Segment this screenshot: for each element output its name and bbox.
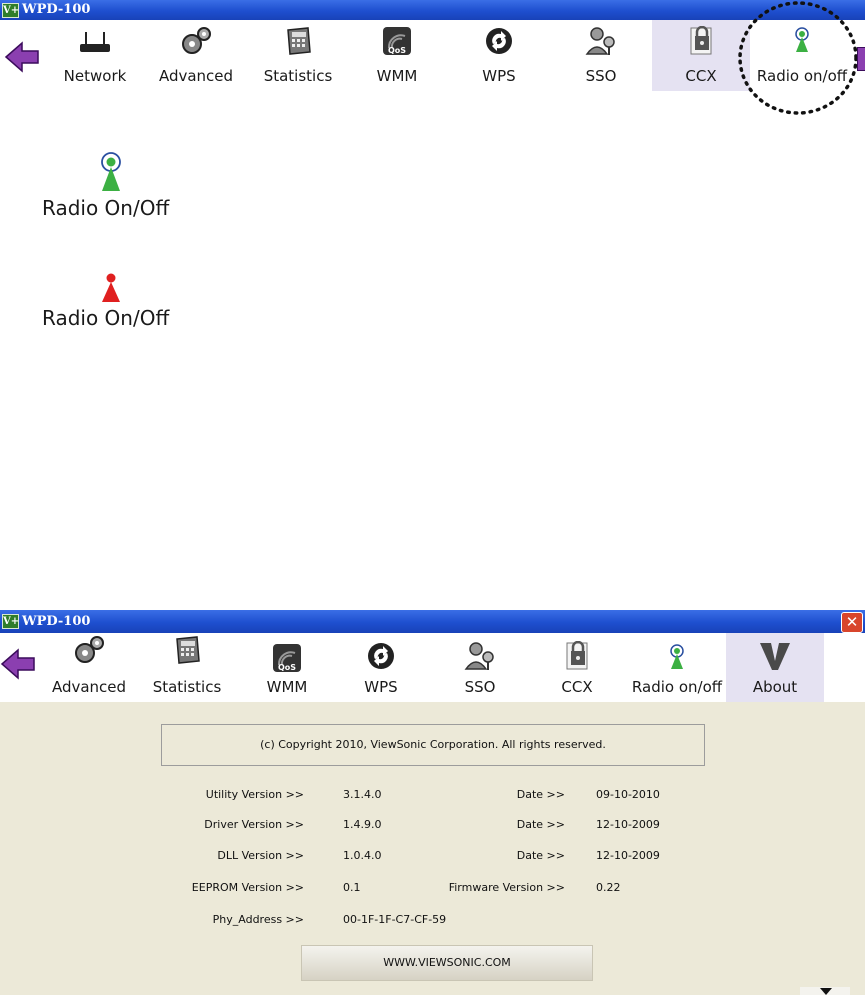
qos-icon: QoS <box>273 644 301 672</box>
utility-version-value: 3.1.4.0 <box>343 788 382 801</box>
title-bar-bottom: V+ WPD-100 ✕ <box>0 610 865 633</box>
calculator-icon <box>176 636 200 664</box>
tab-label: WMM <box>376 67 418 85</box>
app-logo-icon: V+ <box>2 614 20 629</box>
sso-key-icon <box>464 642 494 670</box>
sso-key-icon <box>585 27 615 55</box>
tab-label: Statistics <box>263 67 333 85</box>
radio-on-antenna-icon <box>101 152 121 191</box>
radio-on-label: Radio On/Off <box>42 196 170 220</box>
utility-version-label: Utility Version >> <box>205 788 304 801</box>
close-button[interactable]: ✕ <box>841 612 863 633</box>
tab-label: About <box>752 678 798 696</box>
tab-statistics[interactable]: Statistics <box>255 20 341 91</box>
dll-version-value: 1.0.4.0 <box>343 849 382 862</box>
tab-ccx[interactable]: CCX <box>536 633 618 702</box>
tab-label: Advanced <box>158 67 234 85</box>
phy-address-value: 00-1F-1F-C7-CF-59 <box>343 913 447 926</box>
highlight-circle <box>738 1 858 115</box>
window-title: WPD-100 <box>22 2 91 17</box>
tab-wps[interactable]: WPS <box>458 20 540 91</box>
utility-date-value: 09-10-2010 <box>596 788 660 801</box>
tab-label: Radio on/off <box>631 678 723 696</box>
tab-wmm[interactable]: QoS WMM <box>246 633 328 702</box>
tab-label: Advanced <box>51 678 127 696</box>
tab-advanced[interactable]: Advanced <box>153 20 239 91</box>
dll-date-value: 12-10-2009 <box>596 849 660 862</box>
phy-address-label: Phy_Address >> <box>212 913 304 926</box>
gears-icon <box>75 636 104 663</box>
tab-label: WMM <box>266 678 308 696</box>
gears-icon <box>182 27 211 54</box>
firmware-version-label: Firmware Version >> <box>448 881 565 894</box>
chevron-down-icon <box>820 988 832 995</box>
tab-wps[interactable]: WPS <box>340 633 422 702</box>
tab-network[interactable]: Network <box>54 20 136 91</box>
router-icon <box>80 32 110 52</box>
window-title: WPD-100 <box>22 614 91 629</box>
back-arrow-icon[interactable] <box>4 40 40 74</box>
driver-date-label: Date >> <box>516 818 565 831</box>
next-arrow-fragment-icon[interactable] <box>857 47 865 71</box>
top-toolbar: Network Advanced Statistics QoS WMM WPS … <box>0 1 865 115</box>
viewsonic-website-button[interactable]: WWW.VIEWSONIC.COM <box>301 945 593 981</box>
svg-text:QoS: QoS <box>388 46 406 55</box>
dll-version-label: DLL Version >> <box>217 849 304 862</box>
tab-sso[interactable]: SSO <box>439 633 521 702</box>
about-panel: (c) Copyright 2010, ViewSonic Corporatio… <box>0 702 865 995</box>
tab-advanced[interactable]: Advanced <box>46 633 132 702</box>
eeprom-version-label: EEPROM Version >> <box>191 881 304 894</box>
tab-label: WPS <box>364 678 398 696</box>
driver-date-value: 12-10-2009 <box>596 818 660 831</box>
viewsonic-v-icon <box>760 643 790 670</box>
scroll-down-indicator[interactable] <box>800 987 850 995</box>
radio-antenna-icon <box>670 644 684 669</box>
utility-date-label: Date >> <box>516 788 565 801</box>
ccx-lock-icon <box>566 641 588 670</box>
tab-statistics[interactable]: Statistics <box>144 633 230 702</box>
radio-off-label: Radio On/Off <box>42 306 170 330</box>
driver-version-label: Driver Version >> <box>204 818 304 831</box>
tab-sso[interactable]: SSO <box>560 20 642 91</box>
wps-icon <box>368 643 394 669</box>
tab-wmm[interactable]: QoS WMM <box>356 20 438 91</box>
tab-label: WPS <box>482 67 516 85</box>
tab-label: SSO <box>585 67 617 85</box>
svg-text:QoS: QoS <box>278 663 296 672</box>
app-logo-icon: V+ <box>2 3 20 18</box>
eeprom-version-value: 0.1 <box>343 881 361 894</box>
ccx-lock-icon <box>690 26 712 55</box>
firmware-version-value: 0.22 <box>596 881 621 894</box>
tab-radio-on-off[interactable]: Radio on/off <box>625 633 729 702</box>
bottom-toolbar: Advanced Statistics QoS WMM WPS SSO CCX … <box>0 633 865 702</box>
wps-icon <box>486 28 512 54</box>
back-arrow-icon[interactable] <box>0 647 36 681</box>
tab-label: SSO <box>464 678 496 696</box>
calculator-icon <box>287 27 311 55</box>
driver-version-value: 1.4.9.0 <box>343 818 382 831</box>
dll-date-label: Date >> <box>516 849 565 862</box>
radio-off-antenna-icon <box>102 273 120 302</box>
tab-about[interactable]: About <box>726 633 824 702</box>
tab-label: CCX <box>561 678 593 696</box>
copyright-text: (c) Copyright 2010, ViewSonic Corporatio… <box>161 724 705 766</box>
qos-icon: QoS <box>383 27 411 55</box>
tab-label: Network <box>63 67 127 85</box>
tab-label: Statistics <box>152 678 222 696</box>
